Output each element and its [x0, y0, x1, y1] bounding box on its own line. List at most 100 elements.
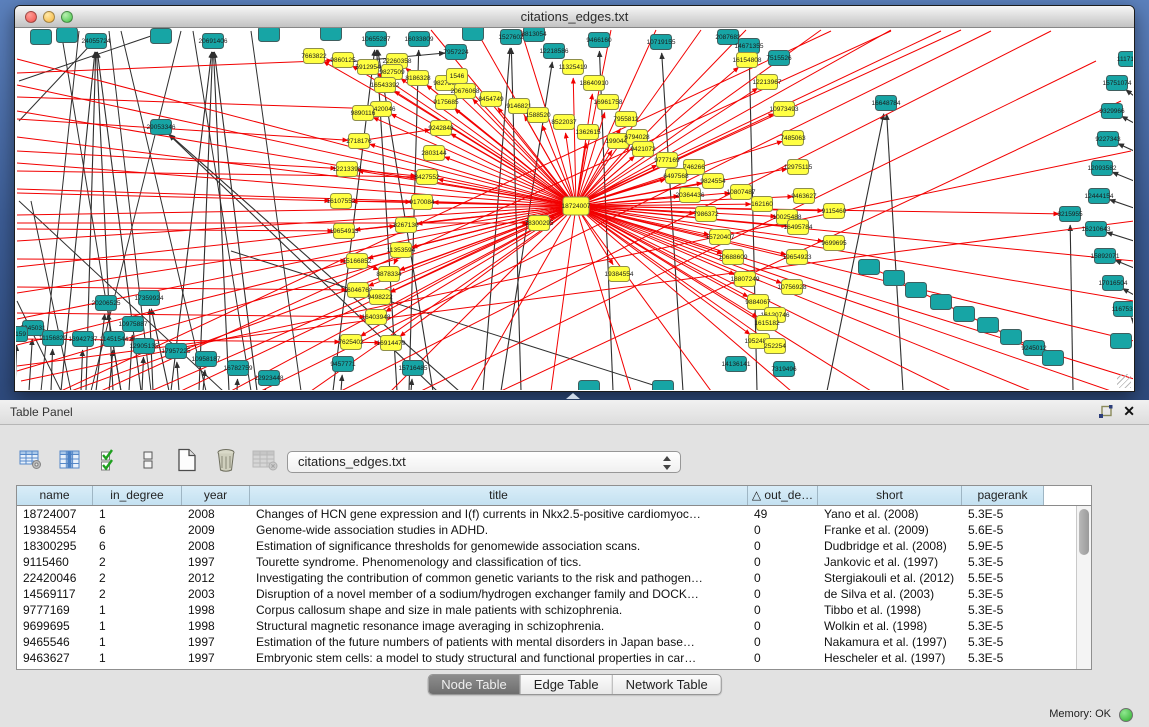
graph-node[interactable]: 9242848	[428, 121, 454, 136]
graph-node[interactable]: 12218586	[540, 44, 569, 59]
graph-node[interactable]: 8522037	[551, 115, 577, 130]
graph-node[interactable]: 16961758	[594, 95, 623, 110]
graph-node[interactable]: 14136141	[722, 357, 751, 372]
graph-node[interactable]: 9329966	[1099, 104, 1125, 119]
graph-node[interactable]: 16782759	[224, 361, 253, 376]
table-row[interactable]: 2242004622012Investigating the contribut…	[17, 570, 1091, 586]
graph-node[interactable]: 10688609	[719, 250, 748, 265]
graph-node[interactable]: 10655287	[362, 32, 391, 47]
graph-node[interactable]: 9860125	[330, 53, 356, 68]
table-row[interactable]: 1456911722003Disruption of a novel membe…	[17, 586, 1091, 602]
graph-node[interactable]	[57, 28, 78, 43]
graph-node[interactable]	[931, 295, 952, 310]
graph-node[interactable]: 252254	[764, 339, 786, 354]
column-header-title[interactable]: title	[250, 486, 748, 505]
graph-node[interactable]: 15716485	[399, 361, 428, 376]
table-row[interactable]: 1830029562008Estimation of significance …	[17, 538, 1091, 554]
graph-node[interactable]: 9175685	[433, 95, 459, 110]
graph-node[interactable]: 18724007	[562, 197, 591, 215]
graph-node[interactable]: 11451544	[100, 332, 129, 347]
graph-node[interactable]: 1588520	[525, 108, 551, 123]
graph-node[interactable]	[978, 318, 999, 333]
graph-node[interactable]: 1117104	[1117, 52, 1133, 67]
graph-node[interactable]: 9890116	[351, 106, 376, 121]
graph-node[interactable]: 9699695	[821, 236, 847, 251]
graph-node[interactable]	[859, 260, 880, 275]
tab-network-table[interactable]: Network Table	[612, 675, 721, 694]
graph-node[interactable]: 12213398	[333, 162, 362, 177]
graph-node[interactable]: 16543392	[371, 78, 400, 93]
scrollbar-thumb[interactable]	[1079, 509, 1089, 555]
graph-node[interactable]: 7319496	[771, 362, 797, 377]
graph-node[interactable]: 16033809	[405, 32, 434, 47]
graph-node[interactable]: 13942737	[69, 332, 98, 347]
graph-node[interactable]: 15720407	[706, 230, 735, 245]
graph-node[interactable]: 8878334	[376, 267, 402, 282]
graph-node[interactable]: 9227343	[1095, 132, 1121, 147]
graph-node[interactable]: 7515526	[766, 51, 792, 66]
graph-node[interactable]: 7663822	[301, 49, 327, 64]
graph-node[interactable]: 16495784	[784, 220, 813, 235]
graph-node[interactable]: 16210643	[1082, 222, 1111, 237]
graph-node[interactable]: 5912954	[355, 60, 381, 75]
graph-node[interactable]: 16914479	[377, 336, 406, 351]
graph-node[interactable]: 17957225	[162, 344, 191, 359]
graph-node[interactable]: 10958187	[192, 352, 221, 367]
graph-node[interactable]	[653, 381, 674, 391]
graph-node[interactable]: 7485063	[780, 131, 806, 146]
graph-node[interactable]: 1527602	[498, 30, 524, 45]
graph-node[interactable]	[259, 28, 280, 42]
graph-node[interactable]: 16107552	[327, 194, 356, 209]
graph-node[interactable]: 1362615	[575, 125, 601, 140]
graph-node[interactable]: 20206525	[92, 296, 121, 311]
graph-node[interactable]: 9115460	[822, 204, 847, 219]
table-row[interactable]: 969969511998Structural magnetic resonanc…	[17, 618, 1091, 634]
graph-node[interactable]: 10807487	[727, 185, 756, 200]
graph-node[interactable]	[906, 283, 927, 298]
graph-node[interactable]: 11156829	[39, 331, 67, 346]
column-header-short[interactable]: short	[818, 486, 962, 505]
graph-node[interactable]: 12444154	[1085, 189, 1114, 204]
graph-node[interactable]: 18640910	[580, 76, 609, 91]
table-row[interactable]: 1872400712008Changes of HCN gene express…	[17, 506, 1091, 522]
graph-node[interactable]: 12923448	[255, 371, 284, 386]
graph-node[interactable]: 10756928	[778, 280, 807, 295]
graph-node[interactable]: 8267130	[393, 218, 419, 233]
table-selector-dropdown[interactable]: citations_edges.txt	[287, 451, 681, 473]
graph-node[interactable]: 15166852	[343, 254, 372, 269]
graph-node[interactable]: 9824554	[700, 174, 726, 189]
table-settings-button[interactable]	[18, 447, 44, 473]
table-row[interactable]: 946554611997Estimation of the future num…	[17, 634, 1091, 650]
graph-node[interactable]: 14671355	[735, 39, 764, 54]
graph-node[interactable]: 19654923	[783, 250, 812, 265]
graph-node[interactable]: 12975115	[784, 160, 813, 175]
column-header-out_de[interactable]: △ out_de…	[748, 486, 818, 505]
graph-node[interactable]: 12093582	[1088, 161, 1117, 176]
graph-node[interactable]: 20691406	[199, 34, 228, 49]
graph-node[interactable]: 15751074	[1103, 76, 1132, 91]
new-table-button[interactable]	[174, 447, 200, 473]
graph-node[interactable]	[151, 29, 172, 44]
graph-node[interactable]: 9466160	[586, 33, 612, 48]
graph-node[interactable]: 2803144	[421, 146, 447, 161]
graph-node[interactable]	[31, 30, 52, 45]
table-row[interactable]: 946362711997Embryonic stem cells: a mode…	[17, 650, 1091, 666]
graph-node[interactable]	[1001, 330, 1022, 345]
graph-node[interactable]: 8427552	[414, 170, 440, 185]
graph-node[interactable]: 9777169	[654, 153, 680, 168]
graph-node[interactable]: 1167533	[1112, 302, 1133, 317]
column-header-year[interactable]: year	[182, 486, 250, 505]
graph-node[interactable]: 12905135	[130, 339, 159, 354]
graph-node[interactable]	[884, 271, 905, 286]
graph-node[interactable]	[463, 28, 484, 41]
graph-node[interactable]: 8215955	[1057, 207, 1083, 222]
graph-node[interactable]: 7625402	[338, 335, 364, 350]
graph-node[interactable]: 39159	[16, 327, 28, 342]
graph-node[interactable]: 9170084	[409, 195, 435, 210]
graph-node[interactable]: 11353594	[387, 243, 416, 258]
graph-node[interactable]	[954, 307, 975, 322]
float-panel-icon[interactable]	[1098, 405, 1113, 423]
table-row[interactable]: 1938455462009Genome-wide association stu…	[17, 522, 1091, 538]
graph-node[interactable]: 8186328	[405, 71, 431, 86]
graph-node[interactable]: 17016504	[1099, 276, 1128, 291]
